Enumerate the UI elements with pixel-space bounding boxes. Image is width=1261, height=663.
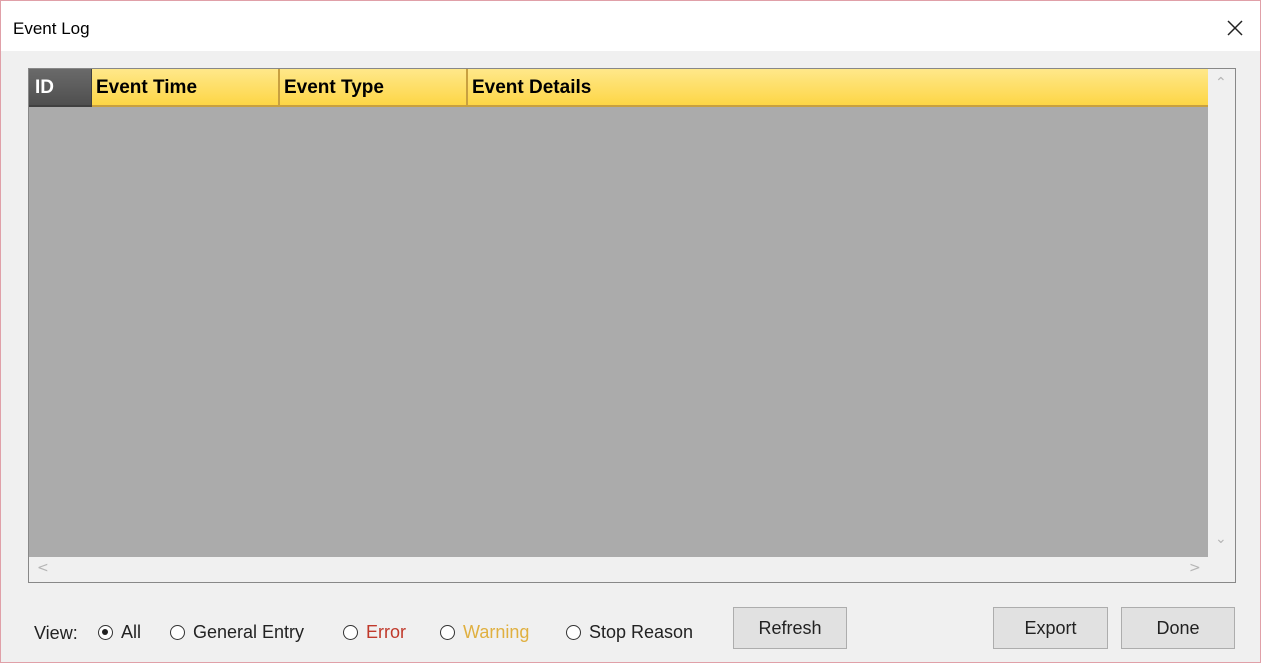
scroll-right-icon[interactable]: > [1189, 560, 1201, 576]
vertical-scrollbar[interactable]: ⌃ ⌄ [1208, 69, 1235, 557]
radio-general-entry[interactable]: General Entry [170, 619, 304, 645]
event-log-window: Event Log ID Event Time Event Type Event… [0, 0, 1261, 663]
radio-stop-reason[interactable]: Stop Reason [566, 619, 693, 645]
radio-error[interactable]: Error [343, 619, 406, 645]
grid-body[interactable]: ID Event Time Event Type Event Details [29, 69, 1208, 557]
radio-general-entry-label: General Entry [193, 621, 305, 642]
grid-header-row: ID Event Time Event Type Event Details [29, 69, 1208, 109]
radio-stop-reason-indicator[interactable] [566, 624, 581, 640]
scroll-up-icon[interactable]: ⌃ [1215, 75, 1227, 91]
close-button[interactable] [1218, 11, 1252, 45]
radio-all[interactable]: All [98, 619, 141, 645]
radio-all-label: All [121, 621, 142, 642]
done-button[interactable]: Done [1121, 607, 1235, 649]
radio-error-indicator[interactable] [343, 624, 358, 640]
window-title: Event Log [13, 19, 90, 38]
radio-warning-label: Warning [463, 621, 530, 642]
radio-stop-reason-label: Stop Reason [589, 621, 694, 642]
radio-general-entry-indicator[interactable] [170, 624, 185, 640]
event-grid[interactable]: ID Event Time Event Type Event Details ⌃… [28, 68, 1236, 583]
scroll-down-icon[interactable]: ⌄ [1215, 531, 1227, 547]
column-header-event-details[interactable]: Event Details [468, 69, 1208, 107]
view-label: View: [34, 623, 78, 643]
column-header-id[interactable]: ID [29, 69, 92, 107]
radio-error-label: Error [366, 621, 406, 642]
close-icon [1227, 20, 1243, 36]
radio-warning[interactable]: Warning [440, 619, 529, 645]
title-bar: Event Log [1, 1, 1260, 51]
radio-all-indicator[interactable] [98, 624, 113, 640]
column-header-event-type[interactable]: Event Type [280, 69, 468, 107]
radio-warning-indicator[interactable] [440, 624, 455, 640]
export-button[interactable]: Export [993, 607, 1108, 649]
scroll-left-icon[interactable]: < [37, 560, 49, 576]
column-header-event-time[interactable]: Event Time [92, 69, 280, 107]
scroll-corner [1208, 557, 1235, 582]
horizontal-scrollbar[interactable]: < > [29, 557, 1208, 582]
bottom-toolbar: View: All General Entry Error Warning St… [1, 601, 1260, 661]
refresh-button[interactable]: Refresh [733, 607, 847, 649]
